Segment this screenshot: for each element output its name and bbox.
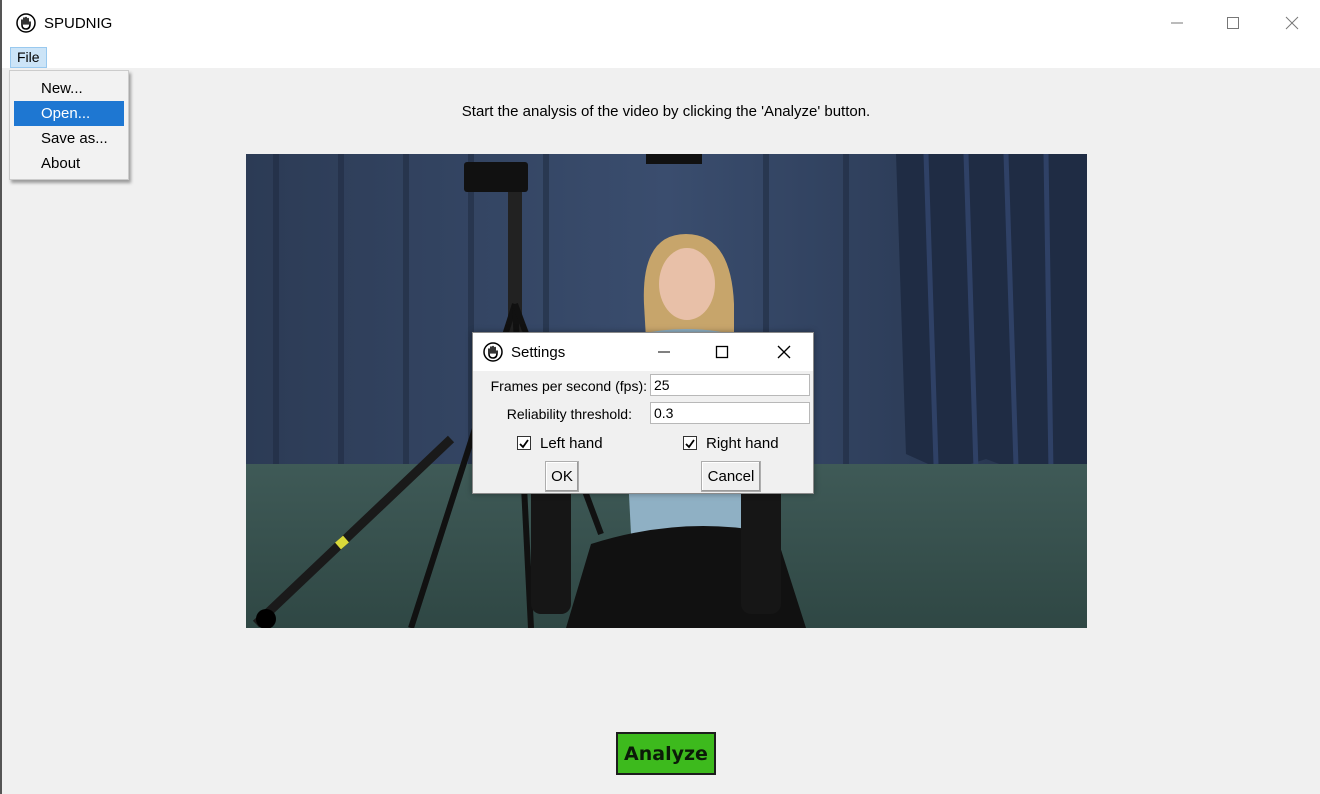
cancel-button[interactable]: Cancel bbox=[701, 461, 761, 492]
menu-item-open[interactable]: Open... bbox=[14, 101, 124, 126]
maximize-button[interactable] bbox=[1213, 8, 1253, 38]
settings-dialog: Settings Frames per second (fps): Reliab bbox=[472, 332, 814, 494]
file-menu[interactable]: File bbox=[10, 47, 47, 68]
minimize-icon bbox=[658, 351, 670, 353]
file-dropdown-menu: New... Open... Save as... About bbox=[9, 70, 129, 180]
threshold-input[interactable] bbox=[650, 402, 810, 424]
dialog-maximize-button[interactable] bbox=[705, 339, 739, 365]
close-button[interactable] bbox=[1272, 8, 1312, 38]
spudnig-window: SPUDNIG File Start the analysis of the v… bbox=[0, 0, 1320, 794]
menu-item-new[interactable]: New... bbox=[14, 76, 124, 101]
left-hand-checkbox[interactable] bbox=[517, 436, 531, 450]
menu-item-about[interactable]: About bbox=[14, 151, 124, 176]
instruction-text: Start the analysis of the video by click… bbox=[461, 103, 871, 120]
dialog-title-bar: Settings bbox=[473, 333, 813, 371]
maximize-icon bbox=[715, 345, 729, 359]
fps-input[interactable] bbox=[650, 374, 810, 396]
analyze-button[interactable]: Analyze bbox=[616, 732, 716, 775]
dialog-title: Settings bbox=[511, 344, 566, 361]
checkmark-icon bbox=[685, 439, 695, 449]
right-hand-checkbox[interactable] bbox=[683, 436, 697, 450]
app-title: SPUDNIG bbox=[44, 15, 113, 32]
checkmark-icon bbox=[519, 439, 529, 449]
minimize-button[interactable] bbox=[1157, 8, 1197, 38]
left-hand-label: Left hand bbox=[540, 435, 603, 452]
right-hand-label: Right hand bbox=[706, 435, 779, 452]
title-bar: SPUDNIG bbox=[2, 0, 1320, 46]
ok-button[interactable]: OK bbox=[545, 461, 579, 492]
close-icon bbox=[1285, 16, 1299, 30]
threshold-label: Reliability threshold: bbox=[506, 406, 632, 422]
minimize-icon bbox=[1171, 22, 1183, 24]
dialog-minimize-button[interactable] bbox=[647, 339, 681, 365]
dialog-close-button[interactable] bbox=[767, 339, 801, 365]
close-icon bbox=[777, 345, 791, 359]
hand-icon bbox=[16, 13, 36, 33]
menu-item-save-as[interactable]: Save as... bbox=[14, 126, 124, 151]
fps-label: Frames per second (fps): bbox=[490, 378, 647, 394]
maximize-icon bbox=[1227, 17, 1239, 29]
menu-bar: File bbox=[2, 46, 1320, 68]
hand-icon bbox=[483, 342, 503, 362]
